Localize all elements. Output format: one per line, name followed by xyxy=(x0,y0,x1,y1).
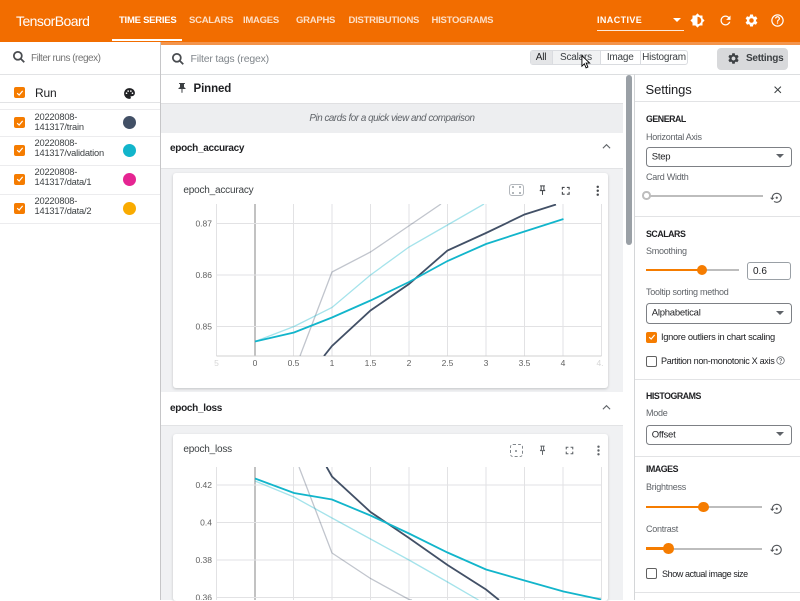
svg-text:0.42: 0.42 xyxy=(195,480,212,490)
svg-text:0: 0 xyxy=(253,358,258,368)
svg-text:0.5: 0.5 xyxy=(288,358,300,368)
svg-text:1: 1 xyxy=(330,358,335,368)
svg-text:1.5: 1.5 xyxy=(365,358,377,368)
svg-text:4: 4 xyxy=(561,358,566,368)
svg-text:0.38: 0.38 xyxy=(195,555,212,565)
svg-text:5: 5 xyxy=(214,358,219,368)
svg-text:3: 3 xyxy=(484,358,489,368)
svg-text:4.: 4. xyxy=(596,358,603,368)
svg-text:3.5: 3.5 xyxy=(519,358,531,368)
svg-text:0.87: 0.87 xyxy=(195,219,212,229)
svg-text:2: 2 xyxy=(407,358,412,368)
svg-text:0.36: 0.36 xyxy=(195,593,212,601)
svg-text:2.5: 2.5 xyxy=(442,358,454,368)
svg-text:0.86: 0.86 xyxy=(195,270,212,280)
svg-text:0.85: 0.85 xyxy=(195,322,212,332)
svg-text:0.4: 0.4 xyxy=(200,518,212,528)
